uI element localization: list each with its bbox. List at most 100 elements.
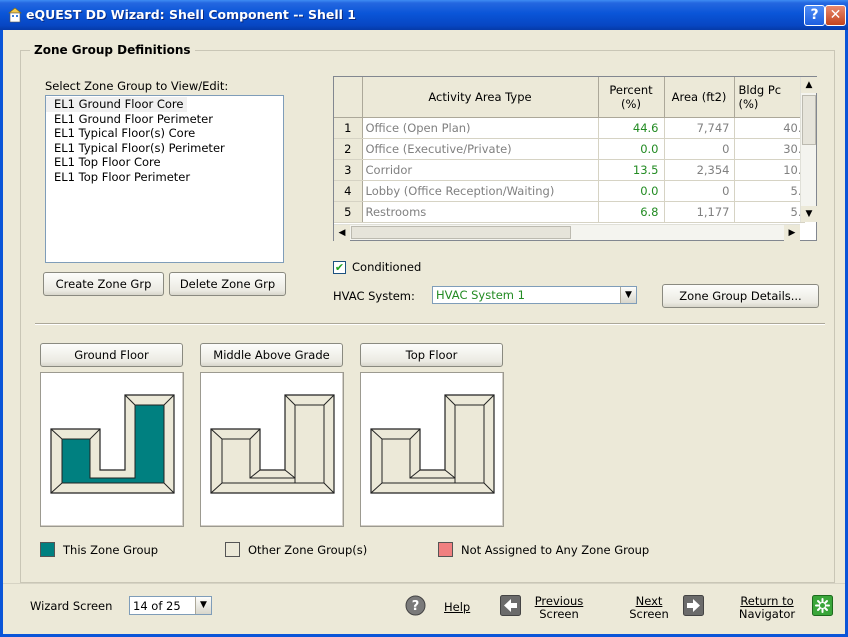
ground-floor-plan[interactable] xyxy=(40,372,184,527)
help-icon[interactable]: ? xyxy=(804,5,825,26)
bldg-pct-cell: 40. xyxy=(734,117,805,139)
wizard-screen-label: Wizard Screen xyxy=(30,599,113,613)
top-floor-plan[interactable] xyxy=(360,372,504,527)
zone-group-details-button[interactable]: Zone Group Details... xyxy=(662,284,819,308)
area-header[interactable]: Area (ft2) xyxy=(664,77,735,118)
conditioned-label: Conditioned xyxy=(352,260,422,274)
not-assigned-swatch xyxy=(438,542,453,557)
bldg-pct-cell: 30. xyxy=(734,138,805,160)
scroll-right-icon[interactable]: ▶ xyxy=(784,225,800,241)
section-divider xyxy=(35,323,825,325)
chevron-down-icon[interactable]: ▼ xyxy=(620,287,636,303)
percent-cell[interactable]: 13.5 xyxy=(598,159,665,181)
bldg-pct-cell: 5. xyxy=(734,201,805,223)
activity-type-cell[interactable]: Lobby (Office Reception/Waiting) xyxy=(362,180,599,202)
zone-list-item[interactable]: EL1 Ground Floor Perimeter xyxy=(46,112,283,127)
title-bar: eQUEST DD Wizard: Shell Component -- She… xyxy=(0,0,848,30)
zone-list-item[interactable]: EL1 Typical Floor(s) Perimeter xyxy=(46,141,283,156)
area-cell: 7,747 xyxy=(664,117,735,139)
percent-cell[interactable]: 6.8 xyxy=(598,201,665,223)
help-link[interactable]: Help xyxy=(444,601,470,614)
area-cell: 1,177 xyxy=(664,201,735,223)
ground-floor-button[interactable]: Ground Floor xyxy=(40,343,183,367)
navigator-icon[interactable] xyxy=(812,595,833,616)
grid-corner-header xyxy=(334,77,363,118)
hvac-system-label: HVAC System: xyxy=(333,289,415,303)
table-row[interactable]: 3 Corridor 13.5 2,354 10. xyxy=(334,159,805,181)
next-screen-button[interactable]: Next Screen xyxy=(621,595,677,621)
percent-cell[interactable]: 0.0 xyxy=(598,180,665,202)
this-group-swatch xyxy=(40,542,55,557)
scroll-up-icon[interactable]: ▲ xyxy=(801,77,817,93)
window-title: eQUEST DD Wizard: Shell Component -- She… xyxy=(26,7,356,22)
zone-list-item[interactable]: EL1 Top Floor Core xyxy=(46,155,283,170)
other-groups-swatch xyxy=(225,542,240,557)
scroll-left-icon[interactable]: ◀ xyxy=(334,225,350,241)
table-row[interactable]: 2 Office (Executive/Private) 0.0 0 30. xyxy=(334,138,805,160)
bldg-pct-cell: 10. xyxy=(734,159,805,181)
zone-list-item[interactable]: EL1 Top Floor Perimeter xyxy=(46,170,283,185)
row-number: 3 xyxy=(334,159,363,181)
next-label: Next xyxy=(635,594,663,608)
next-screen-label: Screen xyxy=(629,607,669,621)
bldg-pct-header[interactable]: Bldg Pc (%) xyxy=(734,77,805,118)
table-row[interactable]: 5 Restrooms 6.8 1,177 5. xyxy=(334,201,805,223)
top-floor-plan-drawing xyxy=(370,394,495,494)
chevron-down-icon[interactable]: ▼ xyxy=(195,597,211,614)
zone-group-listbox[interactable]: EL1 Ground Floor Core EL1 Ground Floor P… xyxy=(45,95,284,263)
percent-cell[interactable]: 0.0 xyxy=(598,138,665,160)
arrow-left-icon[interactable] xyxy=(500,595,521,616)
scroll-thumb[interactable] xyxy=(351,226,571,239)
svg-text:?: ? xyxy=(412,599,420,614)
grid-vertical-scrollbar[interactable]: ▲ ▼ xyxy=(800,77,817,222)
delete-zone-group-button[interactable]: Delete Zone Grp xyxy=(169,272,286,296)
zone-list-item[interactable]: EL1 Typical Floor(s) Core xyxy=(46,126,283,141)
previous-label: Previous xyxy=(534,594,584,608)
create-zone-group-button[interactable]: Create Zone Grp xyxy=(43,272,164,296)
zone-list-item[interactable]: EL1 Ground Floor Core xyxy=(46,97,188,112)
other-groups-legend: Other Zone Group(s) xyxy=(248,543,368,557)
activity-type-cell[interactable]: Office (Executive/Private) xyxy=(362,138,599,160)
zone-list-label: Select Zone Group to View/Edit: xyxy=(45,79,229,93)
grid-horizontal-scrollbar[interactable]: ◀ ▶ xyxy=(334,224,800,241)
table-row[interactable]: 1 Office (Open Plan) 44.6 7,747 40. xyxy=(334,117,805,139)
area-cell: 2,354 xyxy=(664,159,735,181)
activity-type-cell[interactable]: Restrooms xyxy=(362,201,599,223)
activity-type-header[interactable]: Activity Area Type xyxy=(362,77,599,118)
arrow-right-icon[interactable] xyxy=(683,595,704,616)
this-group-legend: This Zone Group xyxy=(63,543,159,557)
wizard-screen-select[interactable]: 14 of 25 ▼ xyxy=(129,596,212,615)
close-icon[interactable]: ✕ xyxy=(825,5,846,26)
previous-screen-button[interactable]: Previous Screen xyxy=(529,595,589,621)
return-label: Return to xyxy=(740,594,794,608)
equest-app-icon xyxy=(8,7,22,23)
hvac-system-select[interactable]: HVAC System 1 ▼ xyxy=(432,286,637,304)
activity-type-cell[interactable]: Corridor xyxy=(362,159,599,181)
scroll-thumb[interactable] xyxy=(802,95,816,145)
not-assigned-legend: Not Assigned to Any Zone Group xyxy=(461,543,650,557)
activity-type-cell[interactable]: Office (Open Plan) xyxy=(362,117,599,139)
middle-floor-plan-drawing xyxy=(210,394,335,494)
hvac-system-value: HVAC System 1 xyxy=(436,288,525,302)
conditioned-checkbox[interactable]: ✔ xyxy=(333,261,346,274)
group-title: Zone Group Definitions xyxy=(30,43,195,57)
row-number: 1 xyxy=(334,117,363,139)
navigator-label: Navigator xyxy=(738,607,796,621)
scroll-down-icon[interactable]: ▼ xyxy=(801,206,817,222)
table-row[interactable]: 4 Lobby (Office Reception/Waiting) 0.0 0… xyxy=(334,180,805,202)
percent-cell[interactable]: 44.6 xyxy=(598,117,665,139)
wizard-screen-value: 14 of 25 xyxy=(133,599,181,613)
help-circle-icon[interactable]: ? xyxy=(405,595,426,616)
area-cell: 0 xyxy=(664,180,735,202)
row-number: 5 xyxy=(334,201,363,223)
middle-floor-plan[interactable] xyxy=(200,372,344,527)
area-cell: 0 xyxy=(664,138,735,160)
return-to-navigator-button[interactable]: Return to Navigator xyxy=(732,595,802,621)
activity-area-grid[interactable]: Activity Area Type Percent (%) Area (ft2… xyxy=(333,76,817,241)
top-floor-button[interactable]: Top Floor xyxy=(360,343,503,367)
ground-floor-plan-drawing xyxy=(50,394,175,494)
percent-header[interactable]: Percent (%) xyxy=(598,77,665,118)
middle-above-grade-button[interactable]: Middle Above Grade xyxy=(200,343,343,367)
bldg-pct-cell: 5. xyxy=(734,180,805,202)
row-number: 2 xyxy=(334,138,363,160)
